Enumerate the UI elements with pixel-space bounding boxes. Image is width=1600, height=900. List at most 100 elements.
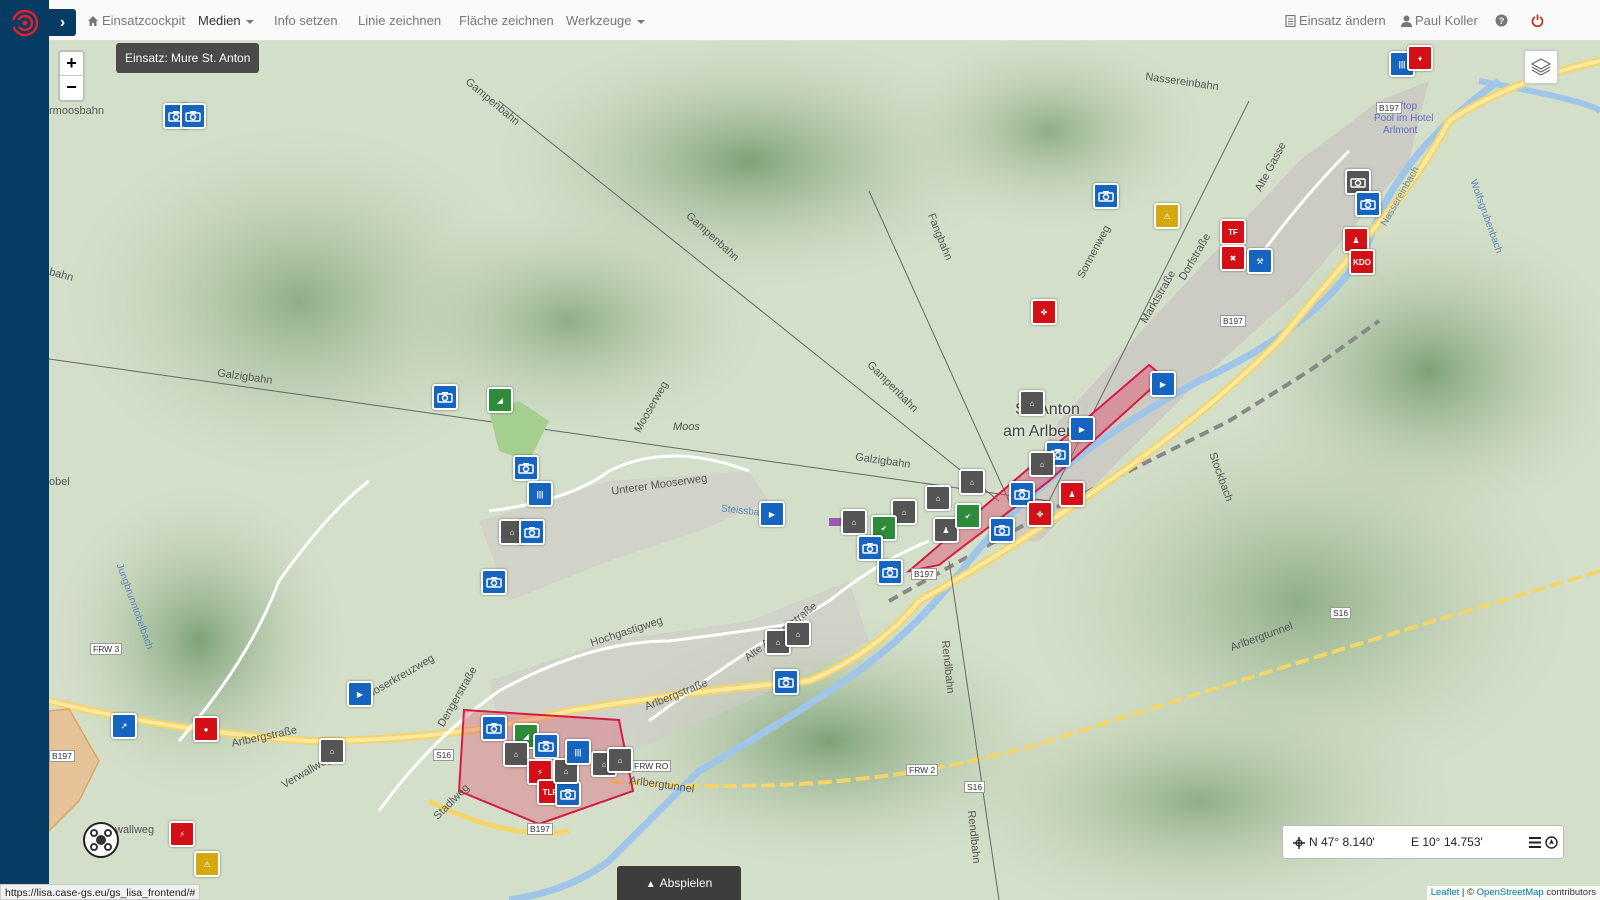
camera-icon [538, 741, 554, 752]
route-marker[interactable]: ↗ [111, 713, 137, 739]
help-button[interactable]: ? [1495, 0, 1508, 41]
shield-b197-1: B197 [1376, 102, 1402, 114]
power-marker[interactable]: ⚡ [169, 821, 195, 847]
house-marker[interactable]: ⌂ [925, 485, 951, 511]
container-marker[interactable]: ||| [565, 739, 591, 765]
area-green-marker[interactable]: ◢ [487, 387, 513, 413]
einsatz-title-badge: Einsatz: Mure St. Anton [116, 43, 260, 73]
zoom-out-button[interactable]: − [60, 76, 83, 100]
hazard-icon: ⚠ [203, 859, 211, 869]
house-icon: ⌂ [935, 493, 941, 503]
camera-marker[interactable] [1355, 191, 1381, 217]
house-icon: ⌂ [509, 527, 515, 537]
nav-werkzeuge-dropdown[interactable]: Werkzeuge [566, 0, 645, 41]
camera-marker[interactable] [989, 517, 1015, 543]
warning-marker[interactable]: ⚠ [1154, 203, 1180, 229]
warning-marker[interactable]: ⚠ [194, 851, 220, 877]
video-camera-icon: ▶ [768, 509, 776, 519]
camera-marker[interactable] [773, 669, 799, 695]
camera-icon [518, 463, 534, 474]
camera-icon [862, 543, 878, 554]
help-icon: ? [1495, 14, 1508, 27]
label-moosbahn: rmoosbahn [49, 105, 105, 117]
police-marker[interactable]: ♟ [1059, 481, 1085, 507]
camera-marker[interactable] [432, 384, 458, 410]
tools-marker[interactable]: ⚒ [1247, 248, 1273, 274]
fire-unit-marker[interactable]: TF [1220, 219, 1246, 245]
drone-control-button[interactable] [83, 822, 119, 858]
shield-s16-3: S16 [433, 749, 455, 761]
app-logo-icon[interactable] [10, 8, 40, 38]
house-marker[interactable]: ⌂ [1019, 390, 1045, 416]
house-marker[interactable]: ⌂ [319, 738, 345, 764]
camera-marker[interactable] [180, 103, 206, 129]
camera-marker[interactable] [1093, 183, 1119, 209]
nav-info-setzen[interactable]: Info setzen [274, 0, 338, 41]
rescue-icon: ✖ [1229, 253, 1237, 263]
nav-linie-zeichnen[interactable]: Linie zeichnen [358, 0, 441, 41]
coordinate-longitude: E 10° 14.753' [1411, 835, 1483, 849]
fire-unit-marker[interactable]: ✖ [1220, 245, 1246, 271]
caret-down-icon [245, 19, 254, 24]
camera-marker[interactable] [481, 569, 507, 595]
logout-button[interactable] [1531, 0, 1544, 41]
house-marker[interactable]: ⌂ [959, 469, 985, 495]
nav-einsatz-aendern-label: Einsatz ändern [1299, 13, 1386, 28]
camera-marker[interactable] [481, 715, 507, 741]
playback-button[interactable]: ▲ Abspielen [617, 866, 741, 900]
camera-marker[interactable] [513, 455, 539, 481]
nav-flaeche-zeichnen[interactable]: Fläche zeichnen [459, 0, 554, 41]
map-attribution: Leaflet | © OpenStreetMap contributors [1426, 886, 1600, 900]
camera-marker[interactable] [555, 781, 581, 807]
container-marker[interactable]: ||| [527, 481, 553, 507]
layers-button[interactable] [1523, 49, 1559, 85]
drone-marker[interactable]: ✤ [1031, 299, 1057, 325]
video-camera-icon: ▶ [1078, 424, 1086, 434]
nav-user-menu[interactable]: Paul Koller [1401, 0, 1478, 41]
house-marker[interactable]: ⌂ [1029, 451, 1055, 477]
house-marker[interactable]: ⌂ [607, 747, 633, 773]
house-marker[interactable]: ⌂ [785, 621, 811, 647]
location-marker[interactable]: ● [193, 716, 219, 742]
camera-marker[interactable] [857, 535, 883, 561]
locate-icon[interactable] [1545, 836, 1558, 849]
video-marker[interactable]: ▶ [759, 501, 785, 527]
nav-einsatz-aendern[interactable]: Einsatz ändern [1285, 0, 1386, 41]
coordinate-latitude: N 47° 8.140' [1309, 835, 1375, 849]
nav-medien-dropdown[interactable]: Medien [198, 0, 254, 41]
menu-icon[interactable] [1529, 837, 1541, 848]
video-camera-icon: ▶ [1159, 379, 1167, 389]
camera-icon [1014, 489, 1030, 500]
camera-marker[interactable] [519, 519, 545, 545]
user-icon [1401, 15, 1412, 27]
zoom-in-button[interactable]: + [60, 52, 83, 76]
house-marker[interactable]: ⌂ [503, 741, 529, 767]
nav-user-label: Paul Koller [1415, 13, 1478, 28]
drone-icon: ✤ [1036, 509, 1044, 519]
check-marker[interactable]: ✔ [955, 503, 981, 529]
house-marker[interactable]: ⌂ [841, 509, 867, 535]
camera-marker[interactable] [877, 559, 903, 585]
nav-einsatzcockpit[interactable]: Einsatzcockpit [87, 0, 185, 41]
video-marker[interactable]: ▶ [347, 681, 373, 707]
map-canvas[interactable]: Gampenbahn Gampenbahn Gampenbahn Galzigb… [49, 41, 1600, 900]
nav-info-label: Info setzen [274, 13, 338, 28]
drone-marker[interactable]: ✤ [1027, 501, 1053, 527]
person-icon: ♟ [1352, 235, 1360, 245]
camera-icon [1098, 191, 1114, 202]
osm-link[interactable]: OpenStreetMap [1477, 887, 1544, 898]
house-icon: ⌂ [563, 766, 569, 776]
leaflet-link[interactable]: Leaflet [1431, 887, 1460, 898]
attribution-separator: | © [1459, 887, 1477, 898]
fire-unit-marker[interactable]: ♦ [1407, 45, 1433, 71]
sidebar-toggle-button[interactable]: › [49, 9, 76, 36]
house-icon: ⌂ [795, 629, 801, 639]
house-icon: ⌂ [1029, 398, 1035, 408]
camera-icon [185, 111, 201, 122]
fire-truck-icon: TF [1228, 227, 1238, 237]
video-marker[interactable]: ▶ [1069, 416, 1095, 442]
shield-frw3: FRW 3 [90, 643, 123, 655]
video-marker[interactable]: ▶ [1150, 371, 1176, 397]
kdo-marker[interactable]: KDO [1349, 249, 1375, 275]
camera-marker[interactable] [533, 733, 559, 759]
